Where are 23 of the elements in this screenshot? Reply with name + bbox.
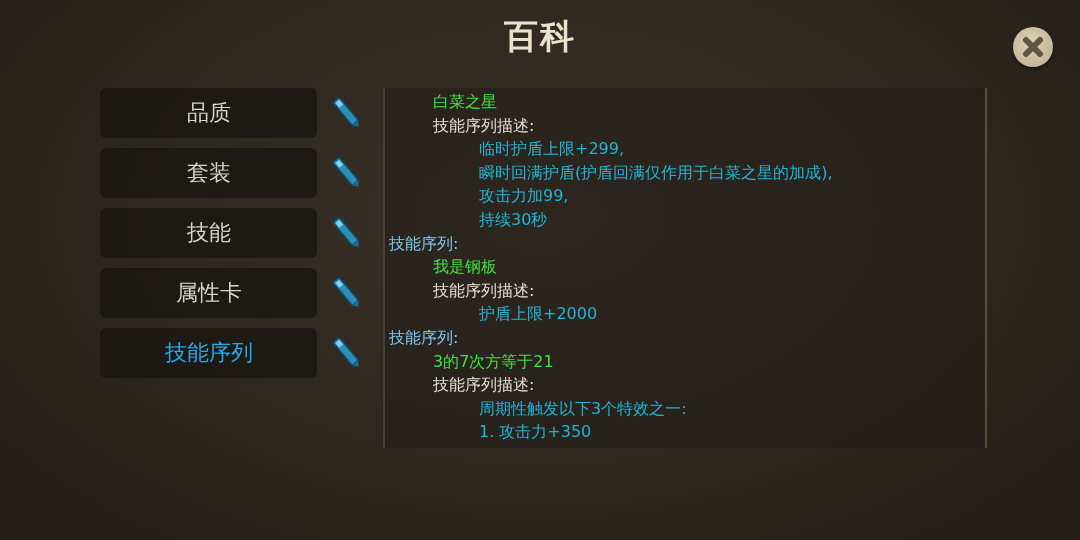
content-line: 护盾上限+2000 [478, 303, 598, 326]
content-line: 技能序列: [388, 326, 459, 349]
content-line: 技能序列描述: [432, 114, 535, 137]
content-line: 周期性触发以下3个特效之一: [478, 397, 687, 420]
page-title: 百科 [504, 15, 576, 58]
close-icon [1022, 36, 1044, 58]
content-line: 3的7次方等于21 [432, 350, 554, 373]
category-tab[interactable]: 技能序列 [100, 328, 317, 378]
content-line: 技能序列描述: [432, 374, 535, 397]
category-tab[interactable]: 品质 [100, 88, 317, 138]
category-tab[interactable]: 属性卡 [100, 268, 317, 318]
content-line: 1. 攻击力+350 [478, 421, 592, 444]
content-line: 技能序列: [388, 232, 459, 255]
content-line: 瞬时回满护盾(护盾回满仅作用于白菜之星的加成), [478, 161, 833, 184]
content-line: 白菜之星 [432, 91, 497, 113]
content-line: 技能序列描述: [432, 279, 535, 302]
close-button[interactable] [1013, 27, 1053, 67]
content-line: 临时护盾上限+299, [478, 138, 625, 161]
content-line: 攻击力加99, [478, 185, 569, 208]
category-tab[interactable]: 套装 [100, 148, 317, 198]
category-tab[interactable]: 技能 [100, 208, 317, 258]
content-line: 我是钢板 [432, 256, 497, 279]
content-line: 持续30秒 [478, 208, 548, 231]
